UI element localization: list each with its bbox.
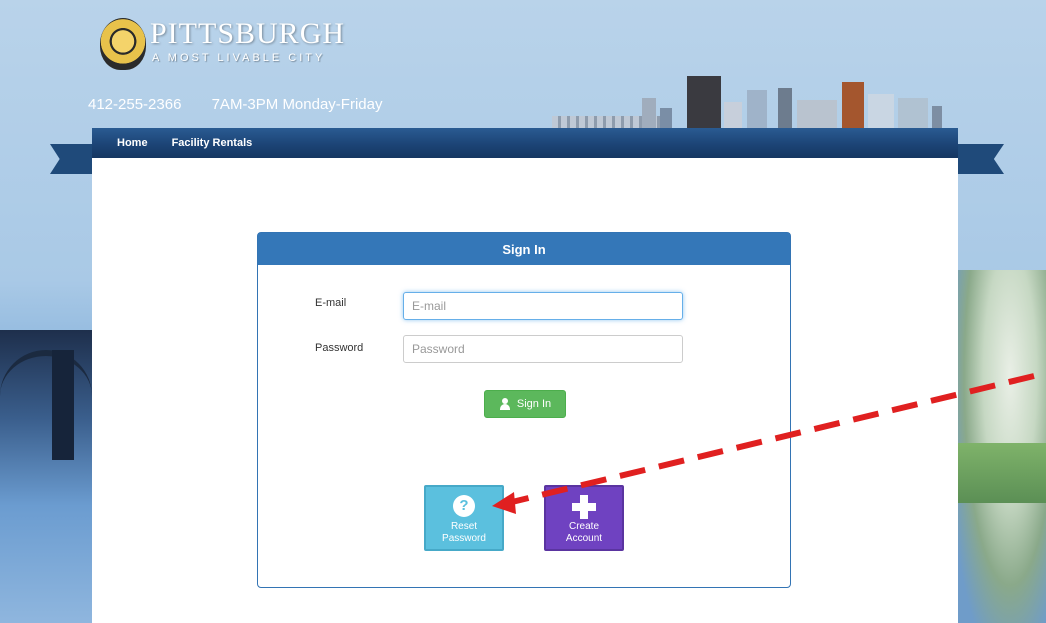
nav-ribbon-left [50,144,94,174]
bridge-silhouette [0,350,92,410]
nav-item-facility-rentals[interactable]: Facility Rentals [172,137,253,149]
signin-panel: Sign In E-mail Password Sign In ? Reset … [257,232,791,588]
user-icon [499,398,511,410]
grass-area [956,443,1046,503]
create-account-button[interactable]: Create Account [544,485,624,551]
logo-tagline: A MOST LIVABLE CITY [152,52,326,64]
create-line1: Create [568,521,599,532]
main-content: Sign In E-mail Password Sign In ? Reset … [92,158,958,623]
office-hours: 7AM-3PM Monday-Friday [211,96,383,113]
background-scenery-left [0,330,92,623]
contact-info: 412-255-2366 7AM-3PM Monday-Friday [88,96,408,113]
site-header: PITTSBURGH A MOST LIVABLE CITY 412-255-2… [88,0,958,128]
phone-number: 412-255-2366 [88,96,182,113]
tower-silhouette [52,350,74,460]
signin-button-label: Sign In [516,398,552,410]
reset-line1: Reset [450,521,478,532]
nav-item-home[interactable]: Home [117,137,148,149]
background-scenery-right [956,270,1046,623]
signin-panel-title: Sign In [258,233,790,265]
plus-icon [572,495,596,519]
logo-title[interactable]: PITTSBURGH [150,17,345,51]
password-label: Password [315,342,364,354]
main-nav: Home Facility Rentals [92,128,958,158]
skyline-illustration [552,72,942,128]
question-circle-icon: ? [453,495,475,517]
email-field[interactable] [403,292,683,320]
create-line2: Account [565,533,603,544]
reset-password-button[interactable]: ? Reset Password [424,485,504,551]
reset-line2: Password [442,533,486,544]
nav-ribbon-right [958,144,1004,174]
password-field[interactable] [403,335,683,363]
signin-button[interactable]: Sign In [484,390,566,418]
email-label: E-mail [315,297,347,309]
city-seal-icon[interactable] [100,18,146,70]
